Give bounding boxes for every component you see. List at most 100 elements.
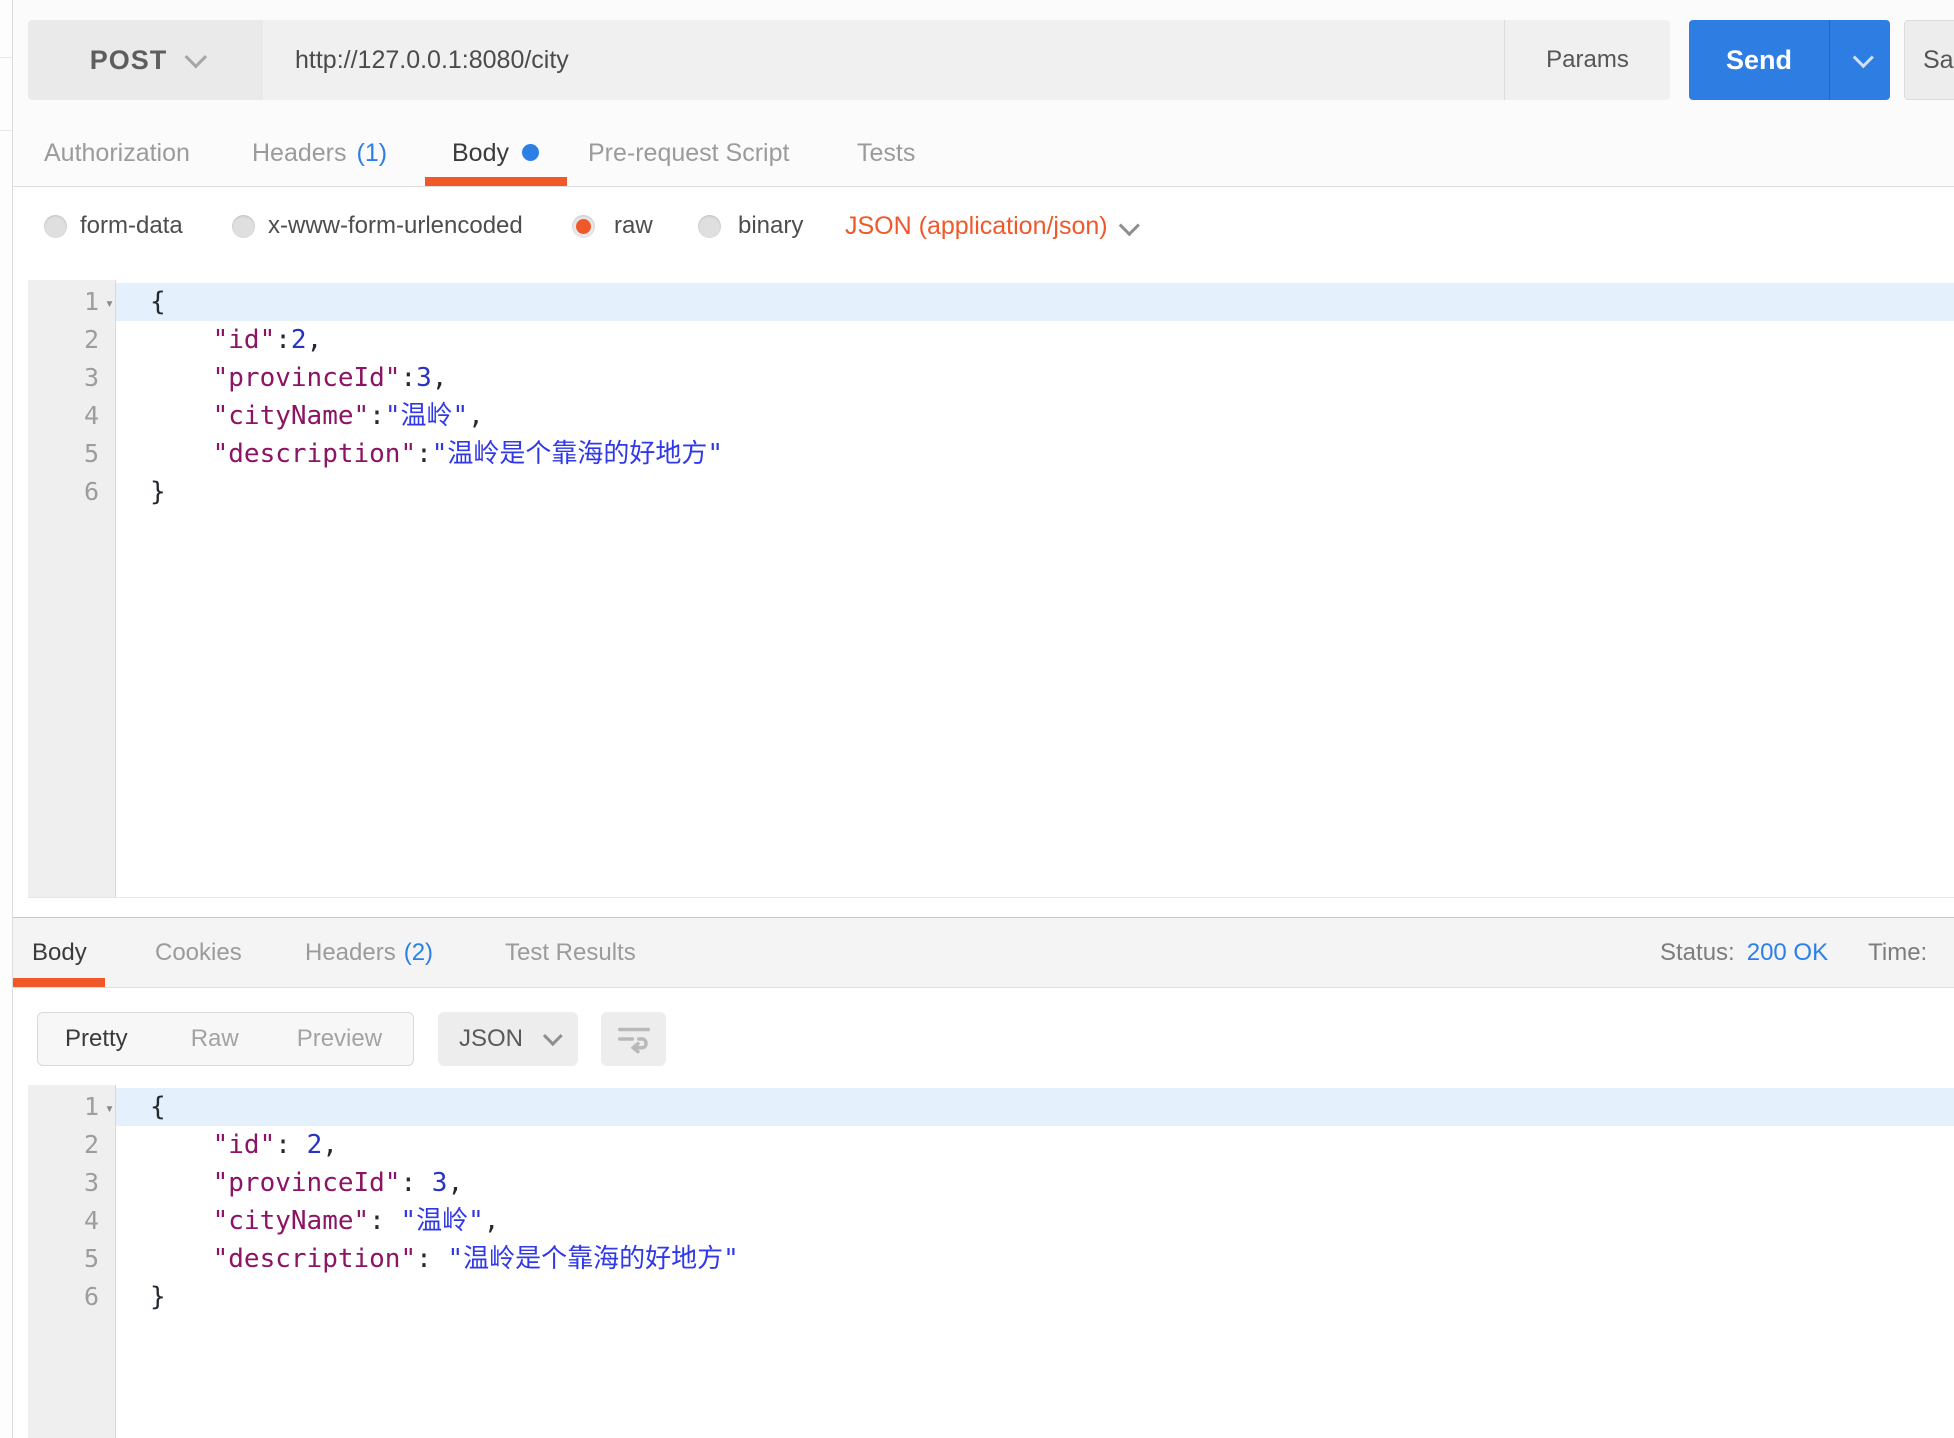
- code-line: }: [116, 1278, 1954, 1316]
- code-token: [150, 1244, 213, 1274]
- params-label: Params: [1546, 46, 1629, 74]
- view-preview-button[interactable]: Preview: [297, 1025, 382, 1053]
- send-label[interactable]: Send: [1689, 20, 1829, 100]
- code-line[interactable]: "cityName":"温岭",: [116, 397, 1954, 435]
- code-token: "id": [213, 325, 276, 355]
- line-number: 6: [28, 1278, 115, 1316]
- radio-binary-label[interactable]: binary: [738, 212, 803, 240]
- tab-tests[interactable]: Tests: [857, 128, 915, 178]
- code-token: :: [369, 1206, 400, 1236]
- sidebar-divider: [0, 130, 12, 131]
- code-token: "description": [213, 1244, 417, 1274]
- radio-raw-label[interactable]: raw: [614, 212, 653, 240]
- response-tab-test-results[interactable]: Test Results: [505, 931, 636, 975]
- send-button[interactable]: Send: [1689, 20, 1890, 100]
- code-token: [150, 1206, 213, 1236]
- save-label: Sa: [1923, 46, 1954, 75]
- body-modified-dot-icon: [522, 144, 539, 161]
- url-text: http://127.0.0.1:8080/city: [295, 46, 569, 75]
- code-line[interactable]: "provinceId":3,: [116, 359, 1954, 397]
- active-tab-underline: [425, 177, 567, 186]
- code-token: [150, 439, 213, 469]
- tab-authorization[interactable]: Authorization: [44, 128, 190, 178]
- save-button[interactable]: Sa: [1904, 20, 1954, 100]
- code-token: 3: [416, 363, 432, 393]
- fold-caret-icon[interactable]: ▾: [105, 1089, 114, 1127]
- code-token: "description": [213, 439, 417, 469]
- code-token: :: [416, 1244, 447, 1274]
- response-editor-gutter: 1▾23456: [28, 1085, 116, 1438]
- response-body-editor: 1▾23456 { "id": 2, "provinceId": 3, "cit…: [28, 1085, 1954, 1438]
- response-tab-cookies-label: Cookies: [155, 939, 242, 967]
- wrap-text-button[interactable]: [601, 1012, 666, 1066]
- code-token: 2: [291, 325, 307, 355]
- code-token: [150, 401, 213, 431]
- status-label: Status:: [1660, 939, 1735, 967]
- radio-form-data[interactable]: [44, 215, 67, 238]
- code-line: "provinceId": 3,: [116, 1164, 1954, 1202]
- line-number: 4: [28, 397, 115, 435]
- code-token: 3: [432, 1168, 448, 1198]
- radio-binary[interactable]: [698, 215, 721, 238]
- code-token: "cityName": [213, 1206, 370, 1236]
- code-line[interactable]: "id":2,: [116, 321, 1954, 359]
- code-token: "温岭": [385, 401, 468, 431]
- response-active-tab-underline: [13, 978, 105, 987]
- url-input[interactable]: http://127.0.0.1:8080/city: [263, 20, 1504, 100]
- code-token: {: [150, 287, 166, 317]
- response-tab-headers-count: (2): [404, 939, 433, 967]
- code-token: :: [275, 1130, 306, 1160]
- view-pretty-button[interactable]: Pretty: [65, 1025, 128, 1053]
- line-number: 5: [28, 1240, 115, 1278]
- tab-headers[interactable]: Headers (1): [252, 128, 387, 178]
- code-token: ,: [432, 363, 448, 393]
- code-token: :: [416, 439, 432, 469]
- tab-headers-label: Headers: [252, 139, 347, 168]
- radio-x-www-form-urlencoded[interactable]: [232, 215, 255, 238]
- code-line[interactable]: }: [116, 473, 1954, 511]
- code-line[interactable]: {: [116, 283, 1954, 321]
- code-token: "温岭是个靠海的好地方": [447, 1244, 738, 1274]
- radio-urlencoded-label[interactable]: x-www-form-urlencoded: [268, 212, 523, 240]
- fold-caret-icon[interactable]: ▾: [105, 284, 114, 322]
- method-chevron-icon: [185, 46, 208, 69]
- code-token: "id": [213, 1130, 276, 1160]
- code-token: ,: [468, 401, 484, 431]
- response-tab-body[interactable]: Body: [32, 931, 87, 975]
- tab-body[interactable]: Body: [452, 128, 509, 178]
- response-tab-headers[interactable]: Headers (2): [305, 931, 433, 975]
- content-type-select[interactable]: JSON (application/json): [845, 212, 1108, 241]
- tab-headers-count: (1): [357, 139, 388, 168]
- code-token: :: [400, 1168, 431, 1198]
- response-format-select[interactable]: JSON: [438, 1012, 578, 1066]
- content-type-chevron-icon[interactable]: [1119, 221, 1134, 241]
- response-status-bar: Status: 200 OK Time:: [1660, 931, 1954, 975]
- line-number: 1▾: [28, 1088, 115, 1126]
- radio-form-data-label[interactable]: form-data: [80, 212, 183, 240]
- code-token: "provinceId": [213, 363, 401, 393]
- method-select[interactable]: POST: [28, 20, 263, 100]
- code-token: 2: [307, 1130, 323, 1160]
- view-raw-button[interactable]: Raw: [191, 1025, 239, 1053]
- sidebar-edge: [0, 0, 13, 1438]
- response-format-chevron-icon: [543, 1026, 563, 1046]
- response-tab-cookies[interactable]: Cookies: [155, 931, 242, 975]
- code-token: ,: [484, 1206, 500, 1236]
- status-value[interactable]: 200 OK: [1747, 939, 1828, 967]
- code-token: "provinceId": [213, 1168, 401, 1198]
- code-token: {: [150, 1092, 166, 1122]
- send-options-button[interactable]: [1829, 20, 1890, 100]
- code-token: "cityName": [213, 401, 370, 431]
- response-format-label: JSON: [459, 1025, 523, 1053]
- code-token: [150, 325, 213, 355]
- radio-raw[interactable]: [572, 215, 595, 238]
- wrap-text-icon: [615, 1023, 653, 1055]
- response-tab-headers-label: Headers: [305, 939, 396, 967]
- params-button[interactable]: Params: [1504, 20, 1670, 100]
- request-body-editor[interactable]: 1▾23456 { "id":2, "provinceId":3, "cityN…: [28, 280, 1954, 898]
- code-token: [150, 1130, 213, 1160]
- code-token: :: [369, 401, 385, 431]
- tab-pre-request-script[interactable]: Pre-request Script: [588, 128, 789, 178]
- code-line[interactable]: "description":"温岭是个靠海的好地方": [116, 435, 1954, 473]
- sidebar-divider: [0, 57, 12, 58]
